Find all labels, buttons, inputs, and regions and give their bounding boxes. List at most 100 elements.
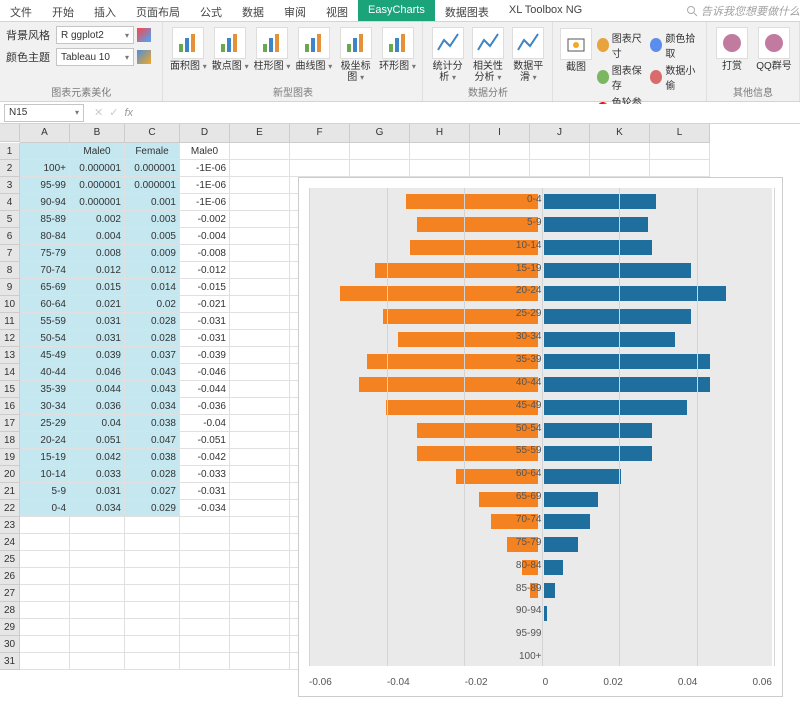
- cell[interactable]: [410, 160, 470, 177]
- cell[interactable]: 70-74: [20, 262, 70, 279]
- cell[interactable]: [180, 551, 230, 568]
- cell[interactable]: 55-59: [20, 313, 70, 330]
- cell[interactable]: -0.031: [180, 313, 230, 330]
- cell[interactable]: [650, 143, 710, 160]
- cell[interactable]: 0.012: [125, 262, 180, 279]
- cell[interactable]: 0-4: [20, 500, 70, 517]
- tab-4[interactable]: 公式: [190, 0, 232, 21]
- cell[interactable]: [590, 143, 650, 160]
- cell[interactable]: [530, 143, 590, 160]
- cell[interactable]: 0.000001: [125, 160, 180, 177]
- cell[interactable]: [230, 296, 290, 313]
- cell[interactable]: [230, 449, 290, 466]
- chart-type-button[interactable]: 环形图 ▾: [379, 27, 417, 83]
- cancel-icon[interactable]: ✕: [94, 106, 103, 119]
- tab-2[interactable]: 插入: [84, 0, 126, 21]
- cell[interactable]: -1E-06: [180, 194, 230, 211]
- cell[interactable]: [230, 432, 290, 449]
- cell[interactable]: 20-24: [20, 432, 70, 449]
- row-header[interactable]: 16: [0, 398, 20, 415]
- cell[interactable]: 0.014: [125, 279, 180, 296]
- cell[interactable]: [180, 568, 230, 585]
- cell[interactable]: -0.051: [180, 432, 230, 449]
- cell[interactable]: 0.043: [125, 381, 180, 398]
- cell[interactable]: [20, 602, 70, 619]
- cell[interactable]: [180, 517, 230, 534]
- cell[interactable]: 15-19: [20, 449, 70, 466]
- cell[interactable]: [20, 619, 70, 636]
- cell[interactable]: [230, 398, 290, 415]
- cell[interactable]: [125, 602, 180, 619]
- cell[interactable]: [125, 619, 180, 636]
- row-header[interactable]: 15: [0, 381, 20, 398]
- cell[interactable]: [230, 313, 290, 330]
- analysis-button[interactable]: 数据平滑 ▾: [510, 27, 546, 83]
- cell[interactable]: 0.038: [125, 415, 180, 432]
- row-header[interactable]: 4: [0, 194, 20, 211]
- cell[interactable]: [230, 483, 290, 500]
- cell[interactable]: [20, 568, 70, 585]
- cell[interactable]: 95-99: [20, 177, 70, 194]
- row-header[interactable]: 29: [0, 619, 20, 636]
- cell[interactable]: 0.005: [125, 228, 180, 245]
- cell[interactable]: 35-39: [20, 381, 70, 398]
- row-header[interactable]: 6: [0, 228, 20, 245]
- cell[interactable]: 0.000001: [70, 177, 125, 194]
- chart-type-button[interactable]: 柱形图 ▾: [253, 27, 291, 83]
- column-header[interactable]: J: [530, 124, 590, 143]
- cell[interactable]: [470, 160, 530, 177]
- name-box[interactable]: N15▾: [4, 104, 84, 122]
- row-header[interactable]: 31: [0, 653, 20, 670]
- row-header[interactable]: 27: [0, 585, 20, 602]
- tab-1[interactable]: 开始: [42, 0, 84, 21]
- swatch-icon[interactable]: [137, 28, 151, 42]
- fx-icon[interactable]: fx: [124, 107, 133, 119]
- cell[interactable]: [125, 551, 180, 568]
- cell[interactable]: -0.012: [180, 262, 230, 279]
- tellme-search[interactable]: 告诉我您想要做什么: [686, 0, 800, 21]
- cell[interactable]: [230, 279, 290, 296]
- cell[interactable]: Female: [125, 143, 180, 160]
- row-header[interactable]: 18: [0, 432, 20, 449]
- row-header[interactable]: 2: [0, 160, 20, 177]
- column-header[interactable]: G: [350, 124, 410, 143]
- cell[interactable]: [230, 160, 290, 177]
- cell[interactable]: [230, 177, 290, 194]
- cell[interactable]: 0.015: [70, 279, 125, 296]
- cell[interactable]: 0.000001: [125, 177, 180, 194]
- cell[interactable]: [230, 381, 290, 398]
- cell[interactable]: [230, 500, 290, 517]
- cell[interactable]: 40-44: [20, 364, 70, 381]
- row-header[interactable]: 20: [0, 466, 20, 483]
- cell[interactable]: 0.037: [125, 347, 180, 364]
- chart-type-button[interactable]: 面积图 ▾: [169, 27, 207, 83]
- cell[interactable]: [125, 636, 180, 653]
- cell[interactable]: [180, 653, 230, 670]
- cell[interactable]: 80-84: [20, 228, 70, 245]
- cell[interactable]: [650, 160, 710, 177]
- cell[interactable]: 0.012: [70, 262, 125, 279]
- color-picker-button[interactable]: 颜色拾取: [650, 30, 700, 60]
- cell[interactable]: 0.029: [125, 500, 180, 517]
- cell[interactable]: -0.008: [180, 245, 230, 262]
- cell[interactable]: [230, 653, 290, 670]
- cell[interactable]: 0.031: [70, 330, 125, 347]
- row-header[interactable]: 24: [0, 534, 20, 551]
- cell[interactable]: 10-14: [20, 466, 70, 483]
- cell[interactable]: 0.036: [70, 398, 125, 415]
- cell[interactable]: [70, 653, 125, 670]
- cell[interactable]: [180, 534, 230, 551]
- cell[interactable]: 0.004: [70, 228, 125, 245]
- cell[interactable]: [290, 160, 350, 177]
- cell[interactable]: [180, 602, 230, 619]
- cell[interactable]: [230, 211, 290, 228]
- row-header[interactable]: 8: [0, 262, 20, 279]
- cell[interactable]: 0.044: [70, 381, 125, 398]
- cell[interactable]: [590, 160, 650, 177]
- cell[interactable]: [20, 551, 70, 568]
- cell[interactable]: 0.042: [70, 449, 125, 466]
- cell[interactable]: [230, 534, 290, 551]
- cell[interactable]: [230, 602, 290, 619]
- cell[interactable]: 65-69: [20, 279, 70, 296]
- cell[interactable]: [20, 636, 70, 653]
